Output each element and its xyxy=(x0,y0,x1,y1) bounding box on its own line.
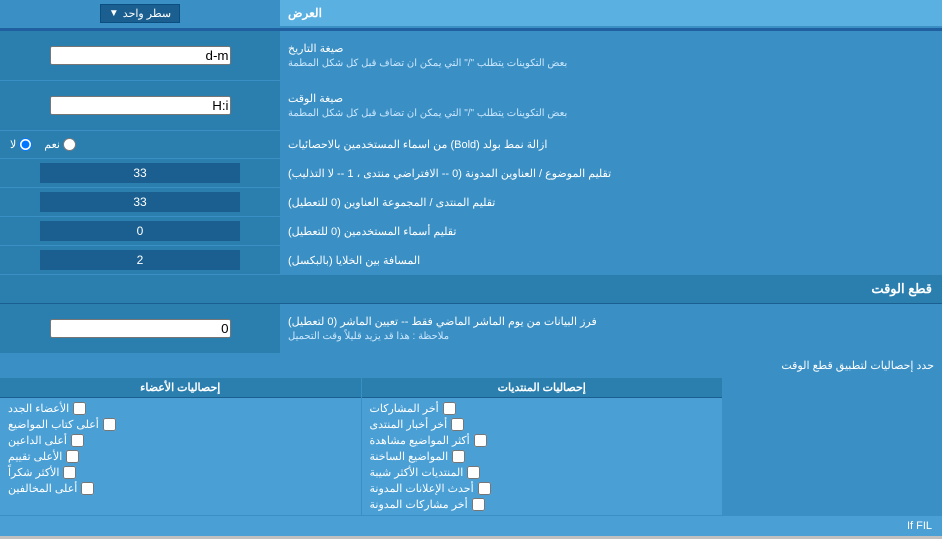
topic-trim-label: تقليم الموضوع / العناوين المدونة (0 -- ا… xyxy=(280,159,942,187)
checkbox-col2-6[interactable] xyxy=(81,482,94,495)
header-dropdown-area: سطر واحد ▼ xyxy=(0,0,280,26)
list-item: أعلى كتاب المواضيع xyxy=(8,418,353,431)
bold-remove-row: ازالة نمط بولد (Bold) من اسماء المستخدمي… xyxy=(0,131,942,159)
user-trim-row: تقليم أسماء المستخدمين (0 للتعطيل) xyxy=(0,217,942,246)
checkbox-col1-4[interactable] xyxy=(452,450,465,463)
checkboxes-area: إحصاليات المنتديات أخر المشاركات أخر أخب… xyxy=(0,378,942,516)
bold-remove-inputs: نعم لا xyxy=(0,131,280,158)
header-row: العرض سطر واحد ▼ xyxy=(0,0,942,28)
cutoff-days-row: فرز البيانات من يوم الماشر الماضي فقط --… xyxy=(0,304,942,354)
checkbox-col2-3[interactable] xyxy=(71,434,84,447)
list-item: أخر مشاركات المدونة xyxy=(370,498,715,511)
col2: إحصاليات الأعضاء الأعضاء الجدد أعلى كتاب… xyxy=(0,378,361,515)
bold-yes-radio[interactable] xyxy=(63,138,76,151)
cell-spacing-label: المسافة بين الخلايا (بالبكسل) xyxy=(280,246,942,274)
if-fil-text: If FIL xyxy=(907,520,932,532)
list-item: أعلى المخالفين xyxy=(8,482,353,495)
header-label-right: العرض xyxy=(280,0,942,26)
dropdown-label: سطر واحد xyxy=(123,7,171,20)
cell-spacing-row: المسافة بين الخلايا (بالبكسل) xyxy=(0,246,942,275)
cutoff-days-input-area xyxy=(0,304,280,353)
date-format-row: صيغة التاريخ بعض التكوينات يتطلب "/" الت… xyxy=(0,31,942,81)
checkbox-col2-5[interactable] xyxy=(63,466,76,479)
list-item: الأعلى تقييم xyxy=(8,450,353,463)
list-item: الأكثر شكراً xyxy=(8,466,353,479)
user-trim-input[interactable] xyxy=(40,221,240,241)
cell-spacing-input[interactable] xyxy=(40,250,240,270)
checkbox-col2-4[interactable] xyxy=(66,450,79,463)
date-format-input[interactable] xyxy=(50,46,231,65)
list-item: الأعضاء الجدد xyxy=(8,402,353,415)
cutoff-days-input[interactable] xyxy=(50,319,231,338)
list-item: أحدث الإعلانات المدونة xyxy=(370,482,715,495)
bold-yes-label[interactable]: نعم xyxy=(44,138,76,151)
list-item: أعلى الداعين xyxy=(8,434,353,447)
forum-trim-label: تقليم المنتدى / المجموعة العناوين (0 للت… xyxy=(280,188,942,216)
user-trim-label: تقليم أسماء المستخدمين (0 للتعطيل) xyxy=(280,217,942,245)
col1-items: أخر المشاركات أخر أخبار المنتدى أكثر الم… xyxy=(362,398,723,515)
col2-header: إحصاليات الأعضاء xyxy=(0,378,361,398)
bold-no-radio[interactable] xyxy=(19,138,32,151)
cutoff-days-label: فرز البيانات من يوم الماشر الماضي فقط --… xyxy=(280,304,942,353)
topic-trim-input-area xyxy=(0,159,280,187)
list-item: المنتديات الأكثر شيبة xyxy=(370,466,715,479)
list-item: أخر المشاركات xyxy=(370,402,715,415)
topic-trim-row: تقليم الموضوع / العناوين المدونة (0 -- ا… xyxy=(0,159,942,188)
bold-no-label[interactable]: لا xyxy=(10,138,32,151)
if-fil-row: If FIL xyxy=(0,516,942,536)
col1: إحصاليات المنتديات أخر المشاركات أخر أخب… xyxy=(361,378,723,515)
forum-trim-input-area xyxy=(0,188,280,216)
cutoff-section-header: قطع الوقت xyxy=(0,275,942,304)
chevron-down-icon: ▼ xyxy=(109,8,119,19)
list-item: أخر أخبار المنتدى xyxy=(370,418,715,431)
checkbox-col2-2[interactable] xyxy=(103,418,116,431)
stats-apply-label: حدد إحصاليات لتطبيق قطع الوقت xyxy=(0,354,942,377)
time-format-row: صيغة الوقت بعض التكوينات يتطلب "/" التي … xyxy=(0,81,942,131)
forum-trim-input[interactable] xyxy=(40,192,240,212)
date-format-label: صيغة التاريخ بعض التكوينات يتطلب "/" الت… xyxy=(280,31,942,80)
checkbox-col1-7[interactable] xyxy=(472,498,485,511)
topic-trim-input[interactable] xyxy=(40,163,240,183)
main-container: العرض سطر واحد ▼ صيغة التاريخ بعض التكوي… xyxy=(0,0,942,536)
checkbox-col1-2[interactable] xyxy=(451,418,464,431)
checkboxes-columns: إحصاليات المنتديات أخر المشاركات أخر أخب… xyxy=(0,378,722,515)
checkboxes-right-label xyxy=(722,378,942,515)
checkbox-col1-6[interactable] xyxy=(478,482,491,495)
checkbox-col1-3[interactable] xyxy=(474,434,487,447)
list-item: المواضيع الساخنة xyxy=(370,450,715,463)
checkbox-col1-1[interactable] xyxy=(443,402,456,415)
cell-spacing-input-area xyxy=(0,246,280,274)
date-format-input-area xyxy=(0,31,280,80)
time-format-input[interactable] xyxy=(50,96,231,115)
time-format-label: صيغة الوقت بعض التكوينات يتطلب "/" التي … xyxy=(280,81,942,130)
time-format-input-area xyxy=(0,81,280,130)
checkbox-col2-1[interactable] xyxy=(73,402,86,415)
bold-remove-label: ازالة نمط بولد (Bold) من اسماء المستخدمي… xyxy=(280,131,942,158)
col2-items: الأعضاء الجدد أعلى كتاب المواضيع أعلى ال… xyxy=(0,398,361,499)
list-item: أكثر المواضيع مشاهدة xyxy=(370,434,715,447)
col1-header: إحصاليات المنتديات xyxy=(362,378,723,398)
user-trim-input-area xyxy=(0,217,280,245)
display-dropdown[interactable]: سطر واحد ▼ xyxy=(100,4,180,23)
checkbox-col1-5[interactable] xyxy=(467,466,480,479)
forum-trim-row: تقليم المنتدى / المجموعة العناوين (0 للت… xyxy=(0,188,942,217)
stats-apply-row: حدد إحصاليات لتطبيق قطع الوقت xyxy=(0,354,942,378)
